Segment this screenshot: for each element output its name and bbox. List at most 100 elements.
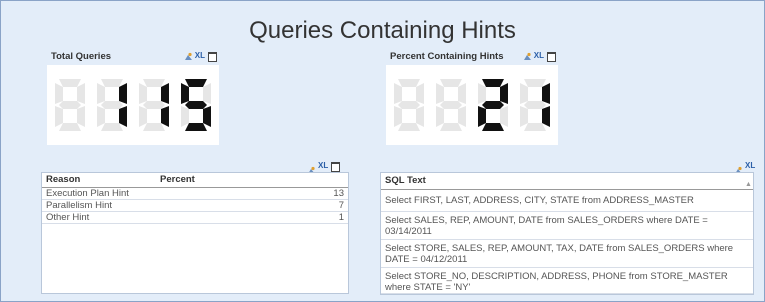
led-segment — [143, 79, 165, 87]
total-queries-digits — [55, 79, 211, 131]
led-segment — [500, 83, 508, 104]
led-segment — [97, 106, 105, 127]
sheet-frame: Queries Containing Hints Total Queries X… — [0, 0, 765, 302]
table-row[interactable]: Execution Plan Hint 13 — [42, 188, 348, 200]
led-segment — [524, 101, 546, 109]
led-segment — [440, 101, 462, 109]
led-segment — [520, 106, 528, 127]
led-segment — [436, 106, 444, 127]
led-segment — [161, 83, 169, 104]
percent-hints-led-display — [386, 65, 558, 145]
led-segment — [482, 101, 504, 109]
led-segment — [119, 106, 127, 127]
percent-hints-caption[interactable]: Percent Containing Hints XL — [386, 50, 558, 64]
export-icon[interactable] — [184, 52, 193, 61]
led-digit — [478, 79, 508, 131]
led-digit — [394, 79, 424, 131]
sql-row[interactable]: Select STORE_NO, DESCRIPTION, ADDRESS, P… — [381, 269, 753, 294]
sql-row[interactable]: Select SALES, REP, AMOUNT, DATE from SAL… — [381, 213, 753, 240]
led-segment — [436, 83, 444, 104]
led-segment — [203, 83, 211, 104]
led-segment — [394, 83, 402, 104]
led-digit — [97, 79, 127, 131]
led-digit — [139, 79, 169, 131]
table-row[interactable]: Parallelism Hint 7 — [42, 200, 348, 212]
led-segment — [542, 106, 550, 127]
led-digit — [55, 79, 85, 131]
export-icon[interactable] — [523, 52, 532, 61]
led-digit — [520, 79, 550, 131]
led-segment — [119, 83, 127, 104]
led-segment — [440, 79, 462, 87]
reason-cell: Other Hint — [46, 212, 90, 223]
led-segment — [458, 106, 466, 127]
led-segment — [500, 106, 508, 127]
led-segment — [101, 101, 123, 109]
export-icon[interactable] — [307, 162, 316, 174]
minimize-icon[interactable] — [208, 52, 217, 62]
led-segment — [416, 106, 424, 127]
led-segment — [482, 79, 504, 87]
led-segment — [482, 123, 504, 131]
led-segment — [59, 123, 81, 131]
total-queries-caption[interactable]: Total Queries XL — [47, 50, 219, 64]
minimize-icon[interactable] — [547, 52, 556, 62]
sql-text-column-header[interactable]: SQL Text — [385, 175, 426, 186]
percent-column-header[interactable]: Percent — [160, 173, 195, 187]
scroll-indicator-icon[interactable]: ▲ — [745, 177, 752, 188]
led-segment — [161, 106, 169, 127]
reason-column-header[interactable]: Reason — [46, 173, 80, 187]
sheet-title: Queries Containing Hints — [249, 17, 516, 44]
led-segment — [478, 106, 486, 127]
led-segment — [440, 123, 462, 131]
xl-icon[interactable]: XL — [195, 50, 205, 62]
led-segment — [478, 83, 486, 104]
sql-text-header: SQL Text ▲ — [381, 173, 753, 190]
led-segment — [97, 83, 105, 104]
led-segment — [458, 83, 466, 104]
table-row[interactable]: Other Hint 1 — [42, 212, 348, 224]
sql-row[interactable]: Select STORE, SALES, REP, AMOUNT, TAX, D… — [381, 241, 753, 268]
led-segment — [542, 83, 550, 104]
xl-icon[interactable]: XL — [318, 160, 328, 172]
led-segment — [398, 79, 420, 87]
percent-hints-digits — [394, 79, 550, 131]
led-segment — [185, 101, 207, 109]
total-queries-led-display — [47, 65, 219, 145]
percent-cell: 7 — [338, 200, 344, 211]
led-segment — [185, 79, 207, 87]
total-queries-title: Total Queries — [51, 51, 112, 62]
led-segment — [524, 123, 546, 131]
minimize-icon[interactable] — [331, 162, 341, 172]
led-segment — [181, 106, 189, 127]
led-segment — [77, 83, 85, 104]
led-segment — [143, 123, 165, 131]
led-segment — [394, 106, 402, 127]
sql-text-table[interactable]: SQL Text ▲ Select FIRST, LAST, ADDRESS, … — [380, 172, 754, 295]
led-segment — [55, 106, 63, 127]
led-segment — [524, 79, 546, 87]
led-segment — [203, 106, 211, 127]
percent-cell: 1 — [338, 212, 344, 223]
led-segment — [77, 106, 85, 127]
led-segment — [101, 79, 123, 87]
led-segment — [139, 106, 147, 127]
reason-cell: Execution Plan Hint — [46, 188, 129, 199]
led-segment — [59, 101, 81, 109]
led-segment — [185, 123, 207, 131]
reason-table[interactable]: Reason Percent Execution Plan Hint 13 Para… — [41, 172, 349, 294]
led-segment — [143, 101, 165, 109]
led-segment — [59, 79, 81, 87]
xl-icon[interactable]: XL — [534, 50, 544, 62]
reason-table-icons: XL — [307, 160, 341, 174]
sql-row[interactable]: Select FIRST, LAST, ADDRESS, CITY, STATE… — [381, 190, 753, 212]
export-icon[interactable] — [734, 162, 743, 174]
led-segment — [416, 83, 424, 104]
led-segment — [181, 83, 189, 104]
reason-table-header: Reason Percent — [42, 173, 348, 188]
led-segment — [139, 83, 147, 104]
percent-cell: 13 — [333, 188, 344, 199]
percent-hints-title: Percent Containing Hints — [390, 51, 504, 62]
led-segment — [398, 101, 420, 109]
xl-icon[interactable]: XL — [745, 160, 755, 172]
